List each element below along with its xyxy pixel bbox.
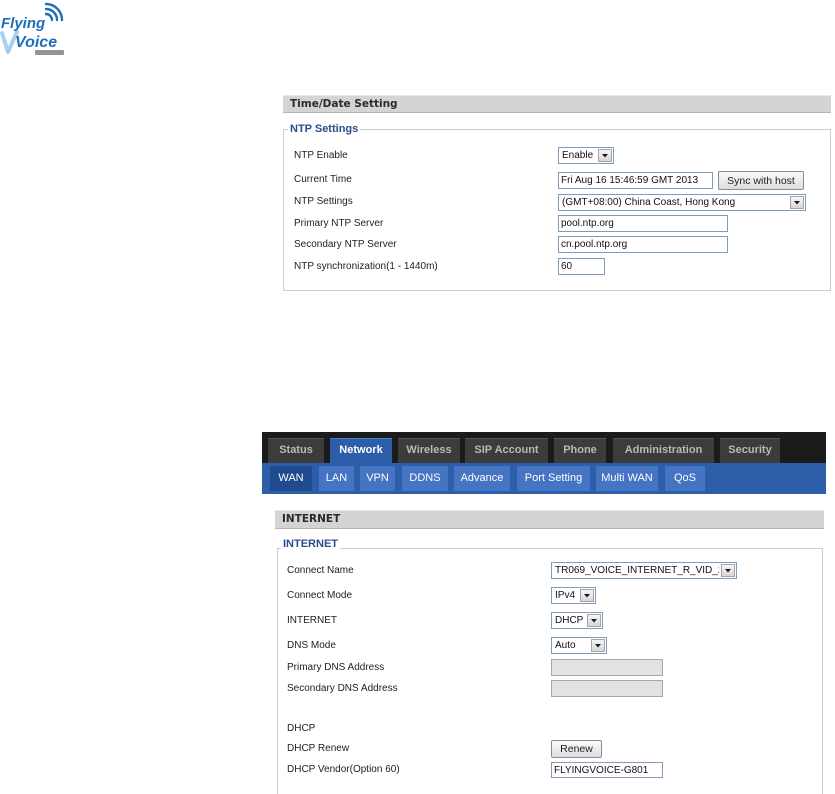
internet-legend: INTERNET [281,538,340,550]
chevron-down-icon[interactable] [790,196,804,209]
dns-mode-value: Auto [555,640,576,651]
dhcp-vendor-label: DHCP Vendor(Option 60) [287,764,400,775]
chevron-down-icon[interactable] [587,614,601,627]
tab-wireless[interactable]: Wireless [398,438,460,463]
wifi-icon [44,2,64,22]
logo-word-voice: Voice [15,34,57,51]
dhcp-vendor-input[interactable] [551,762,663,778]
primary-ntp-server-label: Primary NTP Server [294,218,384,229]
connect-name-label: Connect Name [287,565,354,576]
internet-type-select[interactable]: DHCP [551,612,603,629]
current-time-label: Current Time [294,174,352,185]
internet-section-header: INTERNET [275,510,824,529]
dhcp-renew-button[interactable]: Renew [551,740,602,758]
connect-name-select[interactable]: TR069_VOICE_INTERNET_R_VID_2 [551,562,737,579]
internet-type-label: INTERNET [287,615,337,626]
tab-sip-account[interactable]: SIP Account [465,438,548,463]
ntp-enable-value: Enable [562,150,594,161]
ntp-enable-label: NTP Enable [294,150,348,161]
dhcp-section-label: DHCP [287,723,316,734]
dns-mode-select[interactable]: Auto [551,637,607,654]
internet-section-title: INTERNET [282,513,341,525]
chevron-down-icon[interactable] [598,149,612,162]
ntp-settings-legend: NTP Settings [288,123,361,135]
tab-administration[interactable]: Administration [613,438,714,463]
chevron-down-icon[interactable] [721,564,735,577]
tab-status[interactable]: Status [268,438,324,463]
secondary-dns-label: Secondary DNS Address [287,683,398,694]
subtab-ddns[interactable]: DDNS [402,466,448,491]
time-date-section-header: Time/Date Setting [283,95,831,113]
ntp-enable-select[interactable]: Enable [558,147,614,164]
secondary-ntp-server-input[interactable] [558,236,728,253]
ntp-timezone-label: NTP Settings [294,196,353,207]
subtab-port-setting[interactable]: Port Setting [517,466,590,491]
connect-mode-value: IPv4 [555,590,576,601]
current-time-input[interactable] [558,172,713,189]
connect-mode-select[interactable]: IPv4 [551,587,596,604]
flyingvoice-logo: Flying Voice [0,0,70,60]
main-nav-bar: Status Network Wireless SIP Account Phon… [262,432,826,463]
tab-security[interactable]: Security [720,438,780,463]
secondary-ntp-server-label: Secondary NTP Server [294,239,397,250]
dns-mode-label: DNS Mode [287,640,336,651]
primary-dns-input [551,659,663,676]
subtab-qos[interactable]: QoS [665,466,705,491]
subtab-vpn[interactable]: VPN [360,466,395,491]
logo-tagline-bar [35,50,64,55]
dhcp-renew-label: DHCP Renew [287,743,350,754]
time-date-section-title: Time/Date Setting [290,98,398,110]
primary-dns-label: Primary DNS Address [287,662,385,673]
subtab-lan[interactable]: LAN [319,466,354,491]
primary-ntp-server-input[interactable] [558,215,728,232]
connect-mode-label: Connect Mode [287,590,353,601]
logo-word-flying: Flying [1,15,45,32]
tab-phone[interactable]: Phone [554,438,606,463]
chevron-down-icon[interactable] [580,589,594,602]
ntp-sync-interval-label: NTP synchronization(1 - 1440m) [294,261,438,272]
secondary-dns-input [551,680,663,697]
subtab-wan[interactable]: WAN [270,466,312,491]
tab-network[interactable]: Network [330,438,392,463]
chevron-down-icon[interactable] [591,639,605,652]
subtab-advance[interactable]: Advance [454,466,510,491]
sub-nav-bar: WAN LAN VPN DDNS Advance Port Setting Mu… [262,463,826,494]
ntp-timezone-select[interactable]: (GMT+08:00) China Coast, Hong Kong [558,194,806,211]
subtab-multi-wan[interactable]: Multi WAN [596,466,658,491]
ntp-sync-interval-input[interactable] [558,258,605,275]
sync-with-host-button[interactable]: Sync with host [718,171,804,190]
internet-type-value: DHCP [555,615,584,626]
ntp-timezone-value: (GMT+08:00) China Coast, Hong Kong [562,197,736,208]
connect-name-value: TR069_VOICE_INTERNET_R_VID_2 [555,565,719,576]
